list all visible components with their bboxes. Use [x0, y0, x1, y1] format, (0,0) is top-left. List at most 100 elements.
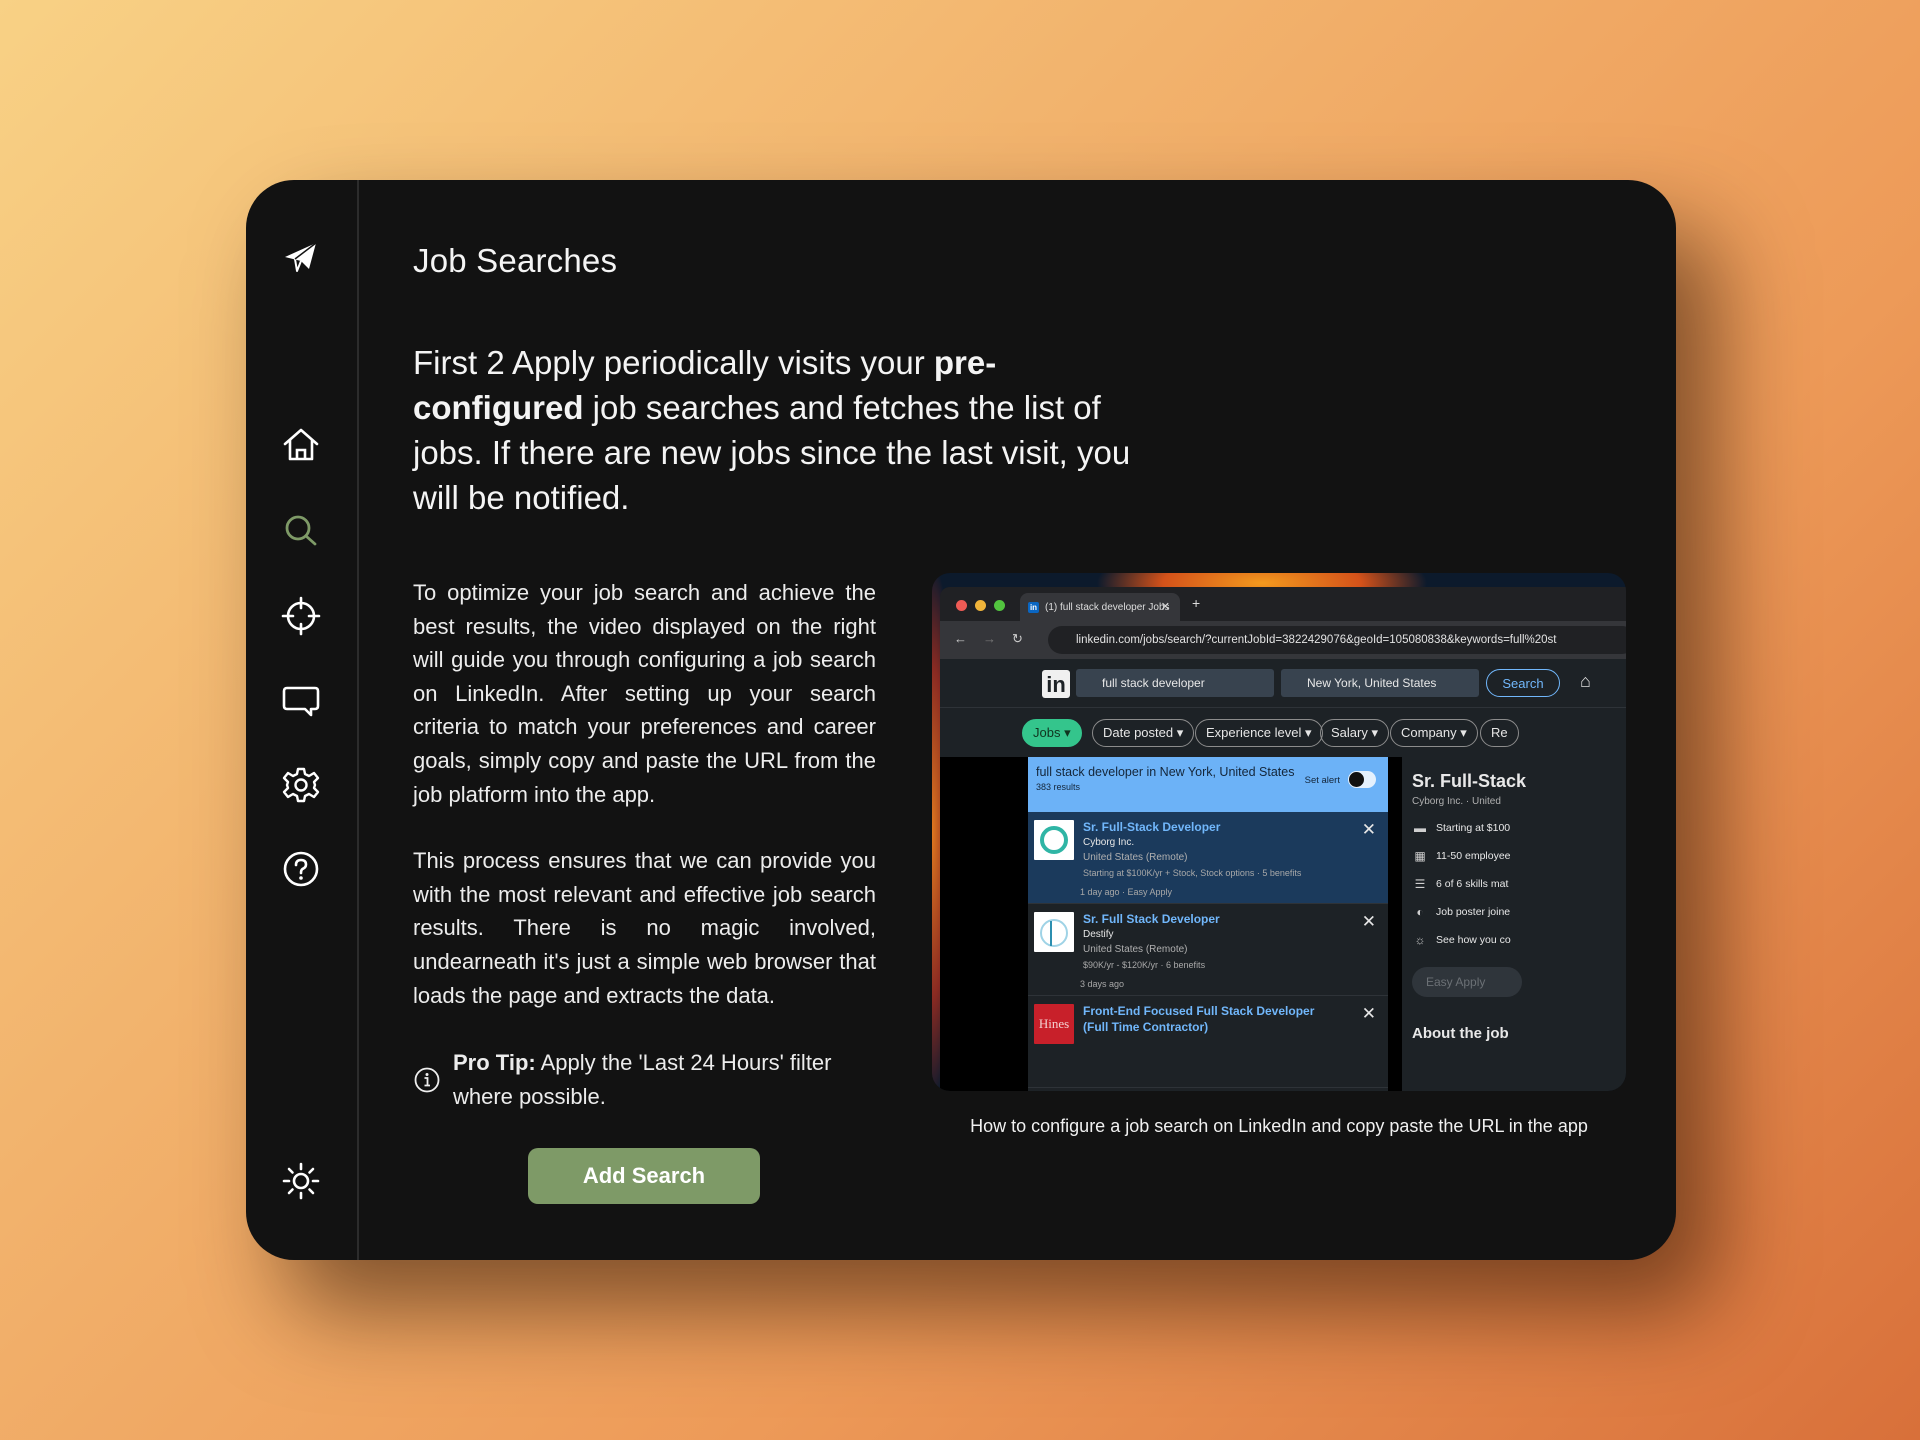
dismiss-icon: ✕: [1361, 1004, 1376, 1023]
linkedin-search-button: Search: [1486, 669, 1560, 697]
company-logo: [1034, 912, 1074, 952]
detail-row: ☼ See how you co: [1412, 933, 1626, 947]
help-circle-icon: [283, 851, 319, 887]
detail-row-text: 11-50 employee: [1436, 850, 1511, 862]
sidebar-item-targets[interactable]: [278, 593, 324, 639]
paper-plane-icon[interactable]: [278, 234, 324, 280]
sidebar-item-feedback[interactable]: [278, 678, 324, 724]
detail-subtitle: Cyborg Inc. · United: [1412, 796, 1501, 807]
filter-chip: Salary ▾: [1320, 719, 1389, 747]
detail-row: ☰ 6 of 6 skills mat: [1412, 877, 1626, 891]
sidebar-item-help[interactable]: [278, 846, 324, 892]
forward-icon: →: [983, 631, 996, 646]
detail-row-text: Starting at $100: [1436, 822, 1511, 834]
job-card: Sr. Full Stack Developer Destify United …: [1028, 904, 1388, 996]
shield-icon: ◐: [1416, 905, 1424, 919]
job-detail-panel: Sr. Full-Stack Cyborg Inc. · United ▬ Sta…: [1402, 757, 1626, 1091]
job-company: Destify: [1083, 929, 1114, 940]
page-title: Job Searches: [413, 242, 618, 279]
reload-icon: ↻: [1012, 631, 1023, 646]
company-logo: Hines: [1034, 1004, 1074, 1044]
filter-chip: Date posted ▾: [1092, 719, 1195, 747]
job-company: Cyborg Inc.: [1083, 837, 1135, 848]
description-paragraph: To optimize your job search and achieve …: [413, 580, 876, 807]
detail-title: Sr. Full-Stack: [1412, 771, 1527, 791]
video-caption: How to configure a job search on LinkedI…: [970, 1116, 1588, 1136]
detail-row-text: Job poster joine: [1436, 906, 1511, 918]
filter-chip: Jobs ▾: [1022, 719, 1082, 747]
job-meta: 3 days ago: [1080, 979, 1125, 989]
job-title: Sr. Full Stack Developer: [1083, 912, 1220, 926]
linkedin-logo: in: [1042, 670, 1070, 698]
home-icon: ⌂: [1580, 671, 1591, 691]
results-list: full stack developer in New York, United…: [1028, 757, 1388, 1091]
about-heading: About the job: [1412, 1025, 1509, 1042]
browser-address-bar: ← → ↻ linkedin.com/jobs/search/?currentJ…: [940, 621, 1626, 659]
sidebar-item-search[interactable]: [278, 508, 324, 554]
theme-toggle-button[interactable]: [278, 1158, 324, 1204]
detail-row: ▦ 11-50 employee: [1412, 849, 1626, 863]
description: To optimize your job search and achieve …: [413, 576, 876, 1045]
pro-tip-text: Pro Tip: Apply the 'Last 24 Hours' filte…: [453, 1046, 876, 1114]
pro-tip: Pro Tip: Apply the 'Last 24 Hours' filte…: [413, 1046, 876, 1114]
chat-bubble-icon: [282, 686, 320, 717]
tutorial-video[interactable]: in (1) full stack developer Jobs ✕ + ← →…: [932, 573, 1626, 1091]
dismiss-icon: ✕: [1361, 820, 1376, 839]
keyword-search-field: full stack developer: [1076, 669, 1274, 697]
location-field: New York, United States: [1281, 669, 1479, 697]
home-icon: [283, 428, 319, 461]
pro-tip-label: Pro Tip:: [453, 1050, 536, 1075]
checklist-icon: ☰: [1414, 877, 1426, 891]
job-meta: 1 day ago · Easy Apply: [1080, 887, 1173, 897]
url-field: linkedin.com/jobs/search/?currentJobId=3…: [1048, 626, 1626, 654]
filter-bar: Jobs ▾ Date posted ▾ Experience level ▾ …: [940, 708, 1626, 759]
set-alert-label: Set alert: [1304, 775, 1340, 786]
browser-window: in (1) full stack developer Jobs ✕ + ← →…: [940, 587, 1626, 1091]
sidebar-item-settings[interactable]: [278, 762, 324, 808]
job-title: Front-End Focused Full Stack Developer (…: [1083, 1004, 1315, 1034]
linkedin-favicon-icon: in: [1028, 601, 1039, 613]
filter-chip: Company ▾: [1390, 719, 1478, 747]
job-salary: Starting at $100K/yr + Stock, Stock opti…: [1083, 868, 1302, 878]
window-controls: [956, 600, 1005, 611]
detail-row-text: 6 of 6 skills mat: [1436, 878, 1509, 890]
detail-row: ◐ Job poster joine: [1412, 905, 1626, 919]
new-tab-icon: +: [1192, 595, 1201, 611]
intro-text: First 2 Apply periodically visits your p…: [413, 340, 1133, 520]
filter-chip: Experience level ▾: [1195, 719, 1323, 747]
results-header: full stack developer in New York, United…: [1028, 757, 1388, 812]
description-paragraph: This process ensures that we can provide…: [413, 848, 876, 1008]
search-icon: [285, 515, 317, 546]
crosshair-icon: [281, 596, 321, 636]
tab-title: (1) full stack developer Jobs: [1045, 601, 1170, 613]
sidebar-item-home[interactable]: [278, 422, 324, 468]
sun-icon: [282, 1162, 320, 1200]
app-window: Job Searches First 2 Apply periodically …: [246, 180, 1676, 1260]
job-title: Sr. Full-Stack Developer: [1083, 820, 1221, 834]
info-icon: [414, 1067, 440, 1093]
close-tab-icon: ✕: [1160, 601, 1170, 613]
job-salary: $90K/yr - $120K/yr · 6 benefits: [1083, 960, 1206, 970]
job-card: Sr. Full-Stack Developer Cyborg Inc. Uni…: [1028, 812, 1388, 904]
detail-row-text: See how you co: [1436, 934, 1511, 946]
briefcase-icon: ▬: [1414, 821, 1426, 835]
building-icon: ▦: [1414, 849, 1426, 863]
detail-row: ▬ Starting at $100: [1412, 821, 1626, 835]
main-content: Job Searches First 2 Apply periodically …: [359, 180, 1676, 1260]
filter-chip: Re: [1480, 719, 1519, 747]
browser-nav: ← → ↻: [954, 631, 1023, 647]
back-icon: ←: [954, 631, 967, 646]
add-search-button[interactable]: Add Search: [528, 1148, 760, 1204]
job-location: United States (Remote): [1083, 944, 1188, 955]
job-card: Hines Front-End Focused Full Stack Devel…: [1028, 996, 1388, 1088]
linkedin-header: in full stack developer New York, United…: [940, 659, 1626, 708]
linkedin-body: full stack developer in New York, United…: [940, 757, 1626, 1091]
company-logo: [1034, 820, 1074, 860]
lightbulb-icon: ☼: [1414, 933, 1426, 947]
browser-tabbar: in (1) full stack developer Jobs ✕ +: [940, 587, 1626, 621]
minimize-dot: [975, 600, 986, 611]
gear-icon: [282, 767, 320, 803]
set-alert-toggle: [1348, 771, 1376, 788]
maximize-dot: [994, 600, 1005, 611]
dismiss-icon: ✕: [1361, 912, 1376, 931]
